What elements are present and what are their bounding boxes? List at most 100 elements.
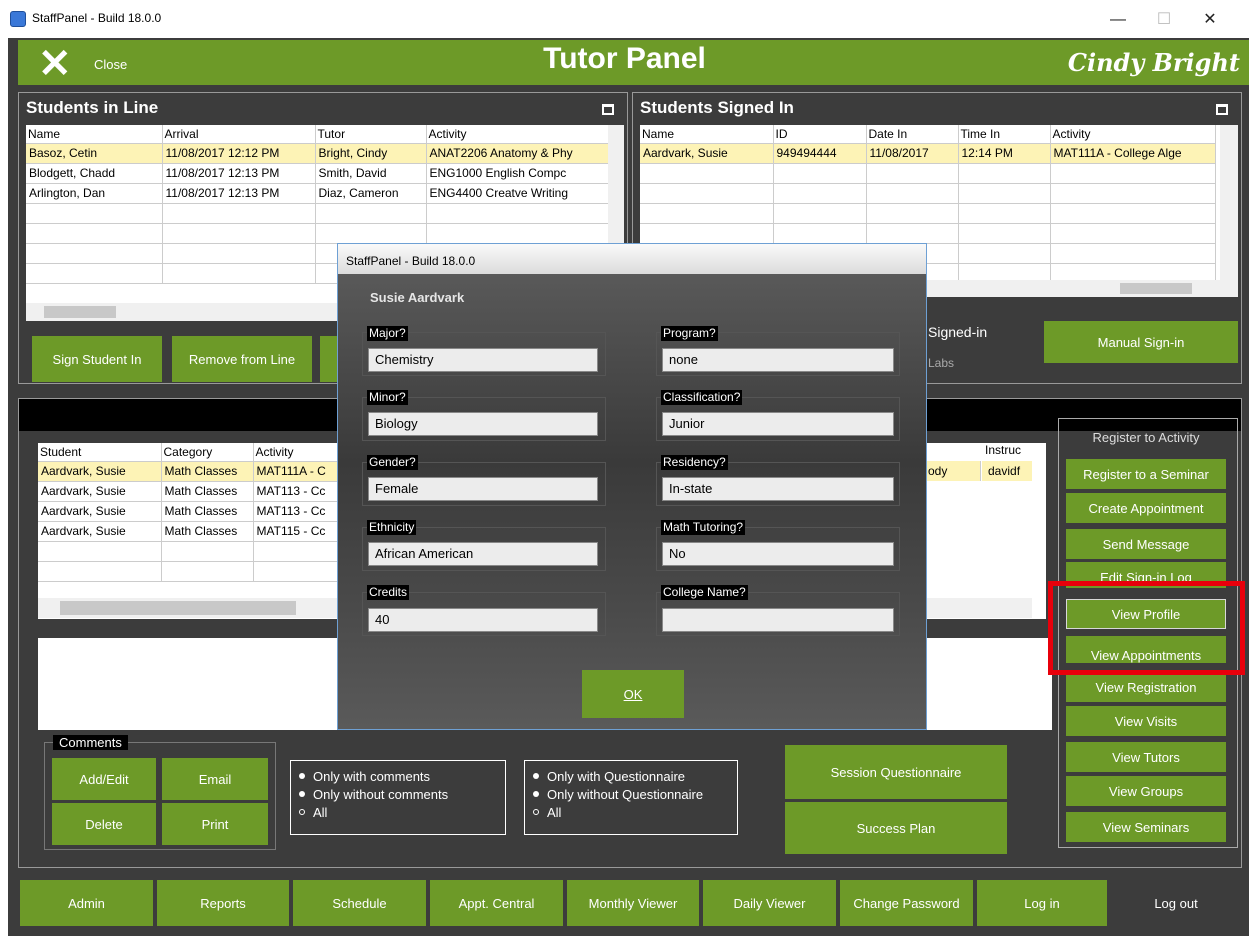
- nav-log-out[interactable]: Log out: [1111, 880, 1241, 926]
- table-cell: MAT113 - Cc: [253, 481, 339, 502]
- table-cell: Bright, Cindy: [315, 143, 427, 164]
- gender-field[interactable]: Female: [368, 477, 598, 501]
- radio-only-without-comments[interactable]: Only without comments: [291, 785, 505, 803]
- nav-appt-central[interactable]: Appt. Central: [430, 880, 563, 926]
- column-header[interactable]: Category: [161, 443, 254, 462]
- scrollbar-thumb[interactable]: [60, 601, 296, 615]
- column-header[interactable]: Activity: [253, 443, 339, 462]
- column-header[interactable]: Student: [38, 443, 162, 462]
- print-button[interactable]: Print: [162, 803, 268, 845]
- radio-dot-icon: [533, 791, 539, 797]
- close-icon[interactable]: ✕: [38, 44, 72, 84]
- questionnaire-filter-group: Only with Questionnaire Only without Que…: [524, 760, 738, 835]
- major-field[interactable]: Chemistry: [368, 348, 598, 372]
- session-questionnaire-button[interactable]: Session Questionnaire: [785, 745, 1007, 799]
- nav-reports[interactable]: Reports: [157, 880, 289, 926]
- sidebar-item-register-seminar[interactable]: Register to a Seminar: [1066, 459, 1226, 489]
- sidebar-item-send-message[interactable]: Send Message: [1066, 529, 1226, 559]
- signed-in-label: Signed-in: [928, 324, 988, 340]
- table-cell: Aardvark, Susie: [38, 481, 162, 502]
- sidebar-item-view-groups[interactable]: View Groups: [1066, 776, 1226, 806]
- nav-daily-viewer[interactable]: Daily Viewer: [703, 880, 836, 926]
- manual-sign-in-button[interactable]: Manual Sign-in: [1044, 321, 1238, 363]
- table-row[interactable]: Basoz, Cetin 11/08/2017 12:12 PM Bright, C…: [26, 143, 611, 164]
- email-button[interactable]: Email: [162, 758, 268, 800]
- dialog-student-name: Susie Aardvark: [370, 290, 465, 305]
- column-header[interactable]: Name: [26, 125, 163, 144]
- residency-field[interactable]: In-state: [662, 477, 894, 501]
- nav-monthly-viewer[interactable]: Monthly Viewer: [567, 880, 699, 926]
- radio-only-without-questionnaire[interactable]: Only without Questionnaire: [525, 785, 737, 803]
- nav-schedule[interactable]: Schedule: [293, 880, 426, 926]
- sidebar-item-view-registration[interactable]: View Registration: [1066, 672, 1226, 702]
- sidebar-item-create-appointment[interactable]: Create Appointment: [1066, 493, 1226, 523]
- maximize-panel-icon[interactable]: [1216, 104, 1228, 115]
- table-row[interactable]: Aardvark, Susie Math Classes MAT113 - Cc: [38, 481, 339, 502]
- close-label[interactable]: Close: [94, 57, 127, 72]
- labs-label: Labs: [928, 356, 955, 370]
- minor-label: Minor?: [367, 390, 408, 405]
- column-header[interactable]: Instruc: [985, 443, 1021, 457]
- nav-change-password[interactable]: Change Password: [840, 880, 973, 926]
- radio-dot-icon: [299, 791, 305, 797]
- radio-selected-icon: [299, 809, 305, 815]
- table-row[interactable]: Arlington, Dan 11/08/2017 12:13 PM Diaz, C…: [26, 183, 611, 204]
- table-cell: MAT115 - Cc: [253, 521, 339, 542]
- delete-button[interactable]: Delete: [52, 803, 156, 845]
- vertical-scrollbar[interactable]: [1220, 125, 1238, 297]
- sign-student-in-button[interactable]: Sign Student In: [32, 336, 162, 382]
- scrollbar-thumb[interactable]: [1120, 283, 1192, 294]
- scrollbar-thumb[interactable]: [44, 306, 116, 318]
- sidebar-item-view-tutors[interactable]: View Tutors: [1066, 742, 1226, 772]
- math-tutoring-field[interactable]: No: [662, 542, 894, 566]
- classification-field[interactable]: Junior: [662, 412, 894, 436]
- column-header[interactable]: Arrival: [162, 125, 316, 144]
- table-cell: Math Classes: [161, 461, 254, 482]
- table-cell: MAT111A - C: [253, 461, 339, 482]
- table-cell: Blodgett, Chadd: [26, 163, 163, 184]
- minor-field[interactable]: Biology: [368, 412, 598, 436]
- maximize-button[interactable]: ☐: [1144, 6, 1184, 34]
- table-cell: MAT113 - Cc: [253, 501, 339, 522]
- sidebar-item-view-seminars[interactable]: View Seminars: [1066, 812, 1226, 842]
- sidebar-header[interactable]: Register to Activity: [1066, 430, 1226, 445]
- table-cell: ENG1000 English Compc: [426, 163, 611, 184]
- ok-button[interactable]: OK: [582, 670, 684, 718]
- table-row[interactable]: Aardvark, Susie 949494444 11/08/2017 12:14 …: [640, 143, 1216, 164]
- column-header[interactable]: Tutor: [315, 125, 427, 144]
- column-header[interactable]: Activity: [1050, 125, 1216, 144]
- credits-field[interactable]: 40: [368, 608, 598, 632]
- ethnicity-field[interactable]: African American: [368, 542, 598, 566]
- column-header[interactable]: Time In: [958, 125, 1051, 144]
- nav-admin[interactable]: Admin: [20, 880, 153, 926]
- table-row: [26, 203, 611, 224]
- radio-all-comments[interactable]: All: [291, 803, 505, 821]
- column-header[interactable]: ID: [773, 125, 867, 144]
- table-row[interactable]: Aardvark, Susie Math Classes MAT115 - Cc: [38, 521, 339, 542]
- math-tutoring-label: Math Tutoring?: [661, 520, 746, 535]
- radio-all-questionnaire[interactable]: All: [525, 803, 737, 821]
- college-name-field[interactable]: [662, 608, 894, 632]
- success-plan-button[interactable]: Success Plan: [785, 802, 1007, 854]
- table-cell: Basoz, Cetin: [26, 143, 163, 164]
- highlight-box: [1048, 581, 1245, 675]
- residency-label: Residency?: [661, 455, 728, 470]
- maximize-panel-icon[interactable]: [602, 104, 614, 115]
- nav-log-in[interactable]: Log in: [977, 880, 1107, 926]
- sidebar-item-view-visits[interactable]: View Visits: [1066, 706, 1226, 736]
- radio-only-with-comments[interactable]: Only with comments: [291, 767, 505, 785]
- table-row[interactable]: Blodgett, Chadd 11/08/2017 12:13 PM Smith,…: [26, 163, 611, 184]
- table-row[interactable]: Aardvark, Susie Math Classes MAT111A - C: [38, 461, 339, 482]
- program-field[interactable]: none: [662, 348, 894, 372]
- column-header[interactable]: Activity: [426, 125, 611, 144]
- window-close-button[interactable]: ✕: [1190, 6, 1230, 34]
- column-header[interactable]: Name: [640, 125, 774, 144]
- table-cell: Math Classes: [161, 481, 254, 502]
- column-header[interactable]: Date In: [866, 125, 959, 144]
- radio-only-with-questionnaire[interactable]: Only with Questionnaire: [525, 767, 737, 785]
- add-edit-button[interactable]: Add/Edit: [52, 758, 156, 800]
- minimize-button[interactable]: —: [1098, 6, 1138, 34]
- table-row[interactable]: Aardvark, Susie Math Classes MAT113 - Cc: [38, 501, 339, 522]
- remove-from-line-button[interactable]: Remove from Line: [172, 336, 312, 382]
- table-row: [640, 203, 1216, 224]
